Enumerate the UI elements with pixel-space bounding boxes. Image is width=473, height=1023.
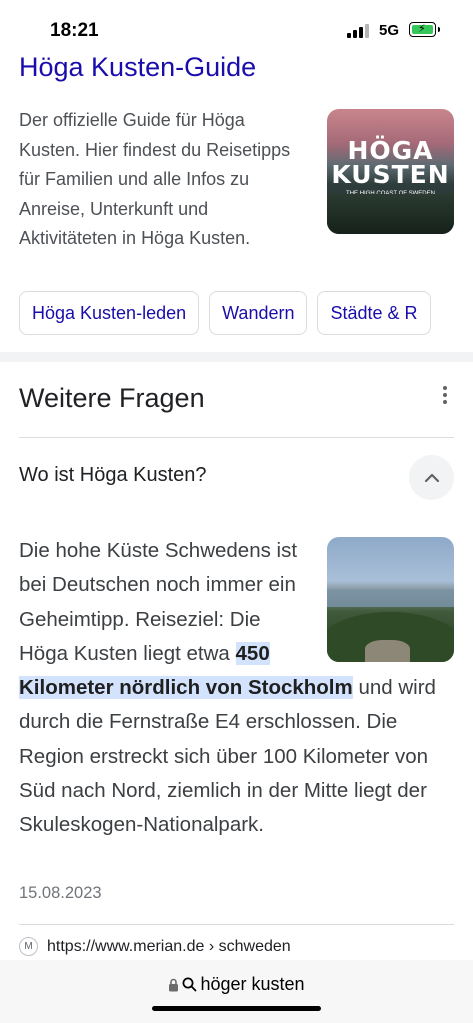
site-favicon-icon: M: [19, 937, 38, 956]
search-icon: [183, 977, 197, 992]
status-time: 18:21: [50, 20, 99, 41]
divider: [19, 437, 454, 438]
result-thumbnail[interactable]: HÖGA KUSTEN THE HIGH COAST OF SWEDEN: [327, 109, 454, 234]
result-description: Der offizielle Guide für Höga Kusten. Hi…: [19, 110, 291, 248]
source-url: https://www.merian.de › schweden: [47, 937, 291, 955]
paa-answer: Die hohe Küste Schwedens ist bei Deutsch…: [19, 539, 436, 837]
paa-question[interactable]: Wo ist Höga Kusten?: [19, 464, 207, 487]
answer-date: 15.08.2023: [19, 884, 102, 902]
signal-icon: [347, 24, 369, 38]
answer-source-link[interactable]: M https://www.merian.de › schweden: [19, 937, 291, 956]
network-label: 5G: [379, 22, 400, 39]
sitelink-chips: Höga Kusten-leden Wandern Städte & R: [19, 291, 431, 335]
home-indicator: [152, 1006, 321, 1011]
chip-hoga-kusten-leden[interactable]: Höga Kusten-leden: [19, 291, 200, 335]
divider: [19, 924, 454, 925]
lock-icon: [169, 978, 179, 991]
paa-heading: Weitere Fragen: [19, 383, 205, 413]
chevron-up-icon: [424, 473, 439, 482]
collapse-button[interactable]: [409, 455, 454, 500]
chip-wandern[interactable]: Wandern: [209, 291, 308, 335]
browser-url-bar[interactable]: höger kusten: [0, 960, 473, 1023]
thumbnail-logo: HÖGA KUSTEN: [331, 136, 450, 189]
section-divider: [0, 352, 473, 362]
battery-icon: ⚡: [409, 22, 440, 37]
result-title-link[interactable]: Höga Kusten-Guide: [19, 52, 256, 83]
url-query: höger kusten: [200, 974, 305, 994]
chip-staedte[interactable]: Städte & R: [317, 291, 431, 335]
more-vert-icon[interactable]: [438, 386, 452, 410]
status-bar: 18:21 5G ⚡: [0, 0, 473, 46]
